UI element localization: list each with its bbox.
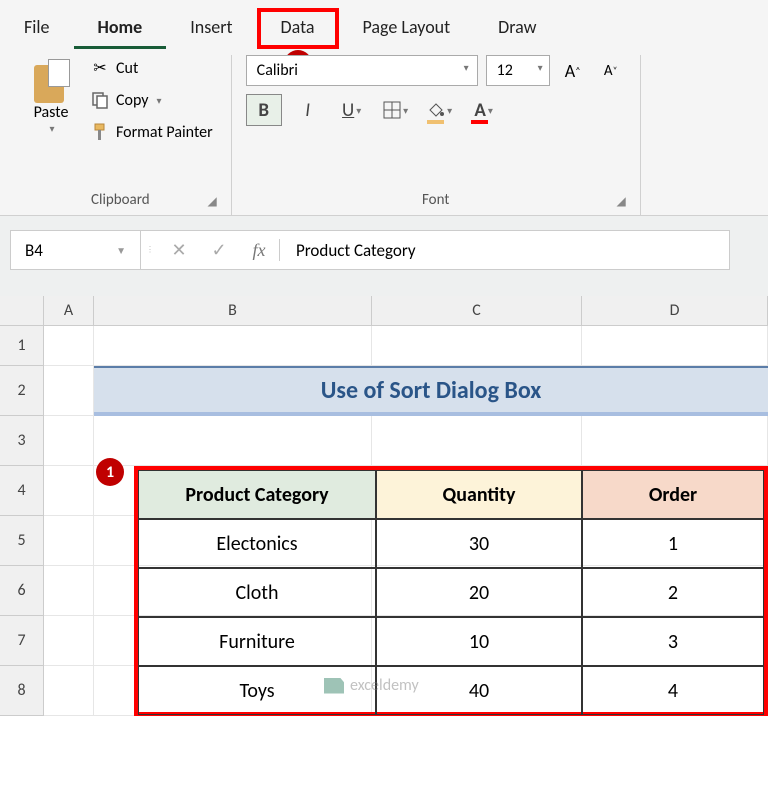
chevron-down-icon: ▾ (403, 104, 408, 117)
col-header-b[interactable]: B (94, 296, 372, 325)
callout-badge-1: 1 (96, 458, 124, 486)
table-cell[interactable]: 20 (376, 568, 582, 617)
row-header[interactable]: 3 (0, 416, 44, 466)
worksheet-grid: A B C D 1 2 3 4 5 6 7 8 Use of Sort Dial… (0, 296, 768, 716)
paste-icon (32, 59, 70, 103)
table-cell[interactable]: 10 (376, 617, 582, 666)
row-headers: 1 2 3 4 5 6 7 8 (0, 326, 44, 716)
enter-formula-button[interactable]: ✓ (199, 231, 239, 269)
insert-function-button[interactable]: fx (239, 231, 279, 269)
cut-button[interactable]: ✂ Cut (86, 55, 217, 81)
formula-bar-area: B4 ▼ ⋮ ✕ ✓ fx Product Category (0, 216, 768, 296)
row-header[interactable]: 6 (0, 566, 44, 616)
row-header[interactable]: 7 (0, 616, 44, 666)
tab-file[interactable]: File (0, 8, 74, 49)
chevron-down-icon: ▾ (356, 104, 361, 117)
column-headers: A B C D (0, 296, 768, 326)
header-quantity[interactable]: Quantity (376, 470, 582, 519)
bold-button[interactable]: B (246, 94, 282, 126)
cancel-formula-button[interactable]: ✕ (159, 231, 199, 269)
col-header-a[interactable]: A (44, 296, 94, 325)
cut-label: Cut (116, 59, 138, 78)
tab-page-layout[interactable]: Page Layout (339, 8, 475, 49)
format-painter-button[interactable]: Format Painter (86, 119, 217, 145)
col-header-d[interactable]: D (582, 296, 768, 325)
data-table-highlight: Product Category Quantity Order Electoni… (134, 466, 768, 716)
table-cell[interactable]: 4 (582, 666, 764, 715)
tab-home[interactable]: Home (74, 8, 167, 49)
dialog-launcher-icon[interactable]: ◢ (207, 194, 216, 209)
row-header[interactable]: 1 (0, 326, 44, 366)
ribbon: File Home Insert Data 2 Page Layout Draw… (0, 0, 768, 216)
copy-label: Copy (116, 91, 149, 110)
watermark: exceldemy (324, 676, 419, 695)
formula-bar: B4 ▼ ⋮ ✕ ✓ fx Product Category (10, 230, 730, 270)
dialog-launcher-icon[interactable]: ◢ (616, 194, 625, 209)
italic-button[interactable]: I (290, 94, 326, 126)
row-header[interactable]: 2 (0, 366, 44, 416)
font-size-select[interactable]: 12 ▾ (486, 55, 550, 86)
header-product-category[interactable]: Product Category (138, 470, 376, 519)
chevron-down-icon: ▾ (49, 122, 54, 135)
table-cell[interactable]: 2 (582, 568, 764, 617)
chevron-down-icon: ▾ (157, 94, 162, 107)
chevron-down-icon: ▾ (464, 61, 469, 74)
borders-icon (383, 101, 401, 119)
copy-button[interactable]: Copy ▾ (86, 87, 217, 113)
brush-icon (90, 122, 110, 142)
paste-button[interactable]: Paste ▾ (24, 55, 78, 139)
borders-button[interactable]: ▾ (378, 94, 414, 126)
group-font: Calibri ▾ 12 ▾ A˄ A˅ B I U▾ (232, 55, 641, 215)
underline-button[interactable]: U▾ (334, 94, 370, 126)
table-cell[interactable]: 3 (582, 617, 764, 666)
ribbon-tabs: File Home Insert Data 2 Page Layout Draw (0, 0, 768, 49)
painter-label: Format Painter (116, 123, 213, 142)
font-name-select[interactable]: Calibri ▾ (246, 55, 478, 86)
table-cell[interactable]: 1 (582, 519, 764, 568)
col-header-c[interactable]: C (372, 296, 582, 325)
table-cell[interactable]: Furniture (138, 617, 376, 666)
row-header[interactable]: 8 (0, 666, 44, 716)
row-header[interactable]: 4 (0, 466, 44, 516)
increase-font-button[interactable]: A˄ (558, 56, 588, 86)
tab-insert[interactable]: Insert (166, 8, 256, 49)
bucket-icon (427, 101, 445, 119)
chevron-down-icon: ▾ (488, 104, 493, 117)
scissors-icon: ✂ (90, 58, 110, 78)
table-cell[interactable]: 30 (376, 519, 582, 568)
group-clipboard-label: Clipboard ◢ (24, 187, 217, 213)
decrease-font-button[interactable]: A˅ (596, 56, 626, 86)
watermark-icon (324, 678, 344, 694)
row-header[interactable]: 5 (0, 516, 44, 566)
font-color-button[interactable]: A ▾ (466, 94, 502, 126)
chevron-down-icon: ▼ (116, 244, 126, 257)
table-cell[interactable]: Electonics (138, 519, 376, 568)
fill-color-button[interactable]: ▾ (422, 94, 458, 126)
cells-area[interactable]: Use of Sort Dialog Box 1 Product Categor… (44, 326, 768, 716)
tab-data[interactable]: Data 2 (257, 8, 339, 49)
tab-draw[interactable]: Draw (474, 8, 560, 49)
header-order[interactable]: Order (582, 470, 764, 519)
copy-icon (90, 90, 110, 110)
sheet-title: Use of Sort Dialog Box (94, 366, 768, 416)
tab-data-label: Data (281, 16, 315, 38)
paste-label: Paste (34, 103, 69, 122)
chevron-down-icon: ▾ (538, 61, 543, 74)
group-clipboard: Paste ▾ ✂ Cut Copy ▾ (10, 55, 232, 215)
group-font-label: Font ◢ (246, 187, 626, 213)
formula-input[interactable]: Product Category (280, 240, 432, 261)
table-cell[interactable]: Cloth (138, 568, 376, 617)
name-box[interactable]: B4 ▼ (11, 231, 141, 269)
select-all-corner[interactable] (0, 296, 44, 325)
chevron-down-icon: ▾ (447, 104, 452, 117)
